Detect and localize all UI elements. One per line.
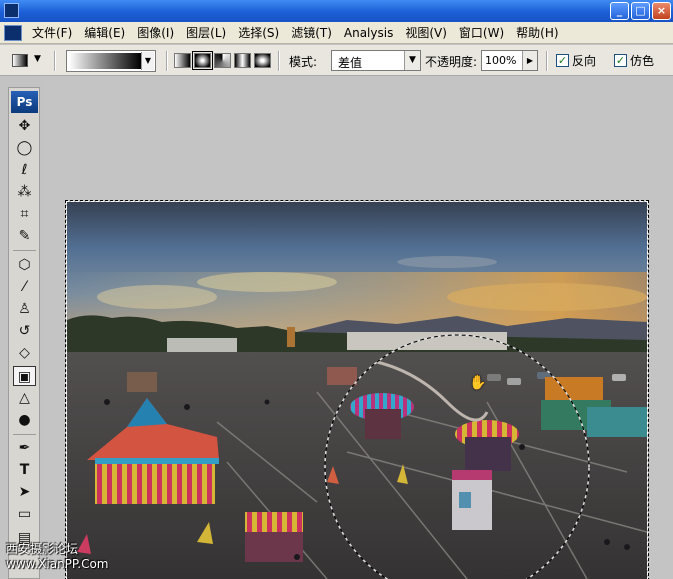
document-icon[interactable]	[4, 24, 22, 41]
slice-tool-icon[interactable]: ✎	[13, 226, 36, 246]
document-canvas[interactable]	[67, 202, 647, 579]
divider	[166, 51, 168, 71]
gradient-tool-icon	[12, 54, 28, 67]
menu-image[interactable]: 图像(I)	[131, 22, 180, 44]
type-tool-icon[interactable]: T	[13, 460, 36, 480]
opacity-label: 不透明度:	[425, 55, 478, 69]
menu-help[interactable]: 帮助(H)	[510, 22, 564, 44]
toolbox-logo[interactable]: Ps	[11, 91, 38, 113]
shape-tool-icon[interactable]: ▭	[13, 504, 36, 524]
chevron-down-icon[interactable]: ▼	[404, 51, 420, 70]
tool-preset-picker[interactable]: ▼	[10, 51, 46, 71]
menu-edit[interactable]: 编辑(E)	[78, 22, 131, 44]
clone-stamp-tool-icon[interactable]: ♙	[13, 299, 36, 319]
photoshop-logo-icon	[4, 3, 19, 18]
opacity-value: 100%	[485, 54, 517, 67]
reverse-checkbox[interactable]: ✓ 反向	[556, 52, 596, 69]
divider	[13, 250, 36, 251]
pen-tool-icon[interactable]: ✒	[13, 438, 36, 458]
mode-value: 差值	[338, 56, 363, 70]
menu-view[interactable]: 视图(V)	[399, 22, 453, 44]
menu-select[interactable]: 选择(S)	[232, 22, 285, 44]
eraser-tool-icon[interactable]: ◇	[13, 343, 36, 363]
divider	[546, 51, 548, 71]
menu-analysis[interactable]: Analysis	[338, 22, 399, 44]
hand-cursor-icon: ✋	[469, 375, 487, 391]
photo-fairground	[67, 202, 647, 579]
healing-brush-tool-icon[interactable]: ⬡	[13, 255, 36, 275]
reflected-gradient-button[interactable]	[234, 53, 251, 68]
checkmark-icon[interactable]: ✓	[556, 54, 569, 67]
chevron-down-icon[interactable]: ▼	[141, 52, 154, 70]
gradient-preview	[69, 53, 141, 69]
watermark: 西安摄影论坛 www.XianPP.Com	[6, 542, 109, 572]
watermark-line-1: 西安摄影论坛	[6, 542, 79, 556]
blur-tool-icon[interactable]: △	[13, 388, 36, 408]
minimize-button[interactable]: _	[610, 2, 629, 20]
path-selection-tool-icon[interactable]: ➤	[13, 482, 36, 502]
close-button[interactable]: ×	[652, 2, 671, 20]
brush-tool-icon[interactable]: ⁄	[13, 277, 36, 297]
reverse-label: 反向	[572, 54, 597, 68]
chevron-right-icon[interactable]: ▶	[522, 51, 537, 70]
gradient-tool-icon[interactable]: ▣	[13, 366, 36, 386]
divider	[278, 51, 280, 71]
window-controls: _ □ ×	[610, 2, 671, 20]
angle-gradient-button[interactable]	[214, 53, 231, 68]
dodge-tool-icon[interactable]: ●	[13, 410, 36, 430]
gradient-picker[interactable]: ▼	[66, 50, 156, 72]
gradient-type-group	[174, 51, 271, 70]
opacity-input[interactable]: 100% ▶	[481, 50, 538, 71]
menu-layer[interactable]: 图层(L)	[180, 22, 232, 44]
dither-checkbox[interactable]: ✓ 仿色	[614, 52, 654, 69]
crop-tool-icon[interactable]: ⌗	[13, 204, 36, 224]
maximize-button[interactable]: □	[631, 2, 650, 20]
magic-wand-tool-icon[interactable]: ⁂	[13, 182, 36, 202]
toolbox: Ps ✥ ◯ ℓ ⁂ ⌗ ✎ ⬡ ⁄ ♙ ↺ ◇ ▣ △ ● ✒ T ➤ ▭ ▤	[8, 87, 40, 579]
move-tool-icon[interactable]: ✥	[13, 116, 36, 136]
dither-label: 仿色	[630, 54, 655, 68]
mode-label: 模式:	[289, 55, 318, 69]
divider	[13, 434, 36, 435]
diamond-gradient-button[interactable]	[254, 53, 271, 68]
history-brush-tool-icon[interactable]: ↺	[13, 321, 36, 341]
watermark-line-2: www.XianPP.Com	[6, 557, 109, 571]
radial-gradient-button[interactable]	[192, 51, 213, 70]
menu-filter[interactable]: 滤镜(T)	[285, 22, 338, 44]
marquee-tool-icon[interactable]: ◯	[13, 138, 36, 158]
checkmark-icon[interactable]: ✓	[614, 54, 627, 67]
options-bar: ▼ ▼ 模式: 差值 ▼ 不透明度: 100% ▶ ✓ 反向 ✓ 仿色	[0, 45, 673, 76]
menu-bar: 文件(F) 编辑(E) 图像(I) 图层(L) 选择(S) 滤镜(T) Anal…	[0, 22, 673, 44]
mode-select[interactable]: 差值 ▼	[331, 50, 421, 71]
chevron-down-icon: ▼	[34, 54, 41, 64]
linear-gradient-button[interactable]	[174, 53, 191, 68]
menu-file[interactable]: 文件(F)	[26, 22, 78, 44]
divider	[54, 51, 56, 71]
title-bar: _ □ ×	[0, 0, 673, 22]
menu-window[interactable]: 窗口(W)	[453, 22, 510, 44]
lasso-tool-icon[interactable]: ℓ	[13, 160, 36, 180]
